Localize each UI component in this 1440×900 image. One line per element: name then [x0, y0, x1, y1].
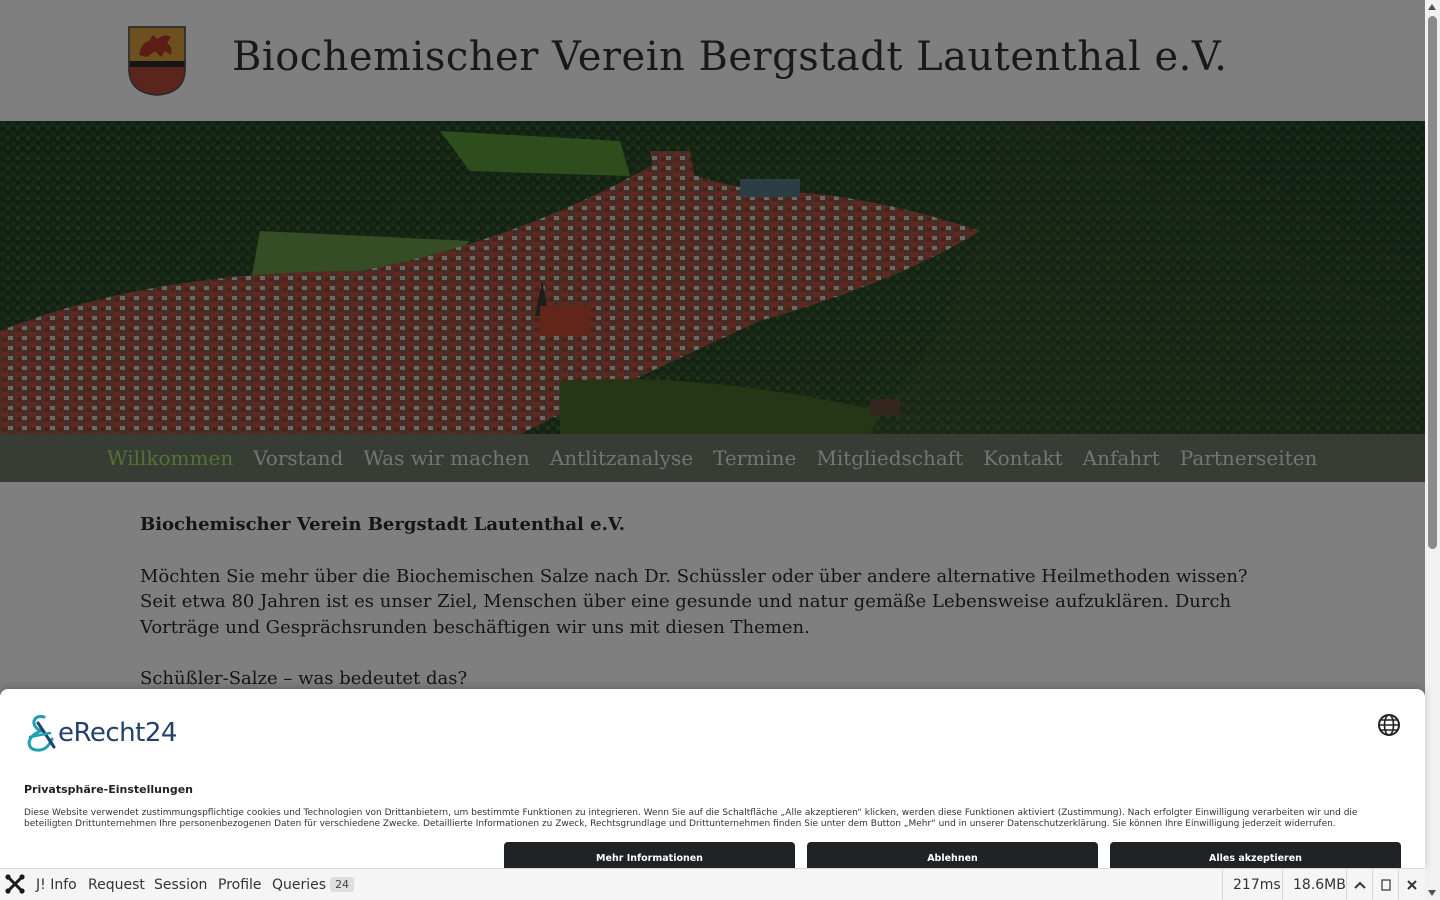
- consent-description: Diese Website verwendet zustimmungspflic…: [24, 808, 1358, 829]
- erecht24-logo-text: eRecht24: [58, 718, 177, 748]
- joomla-logo-icon[interactable]: [4, 873, 26, 895]
- page-scrollbar[interactable]: [1425, 0, 1440, 900]
- queries-label: Queries: [272, 877, 327, 893]
- debug-tab-request[interactable]: Request: [88, 877, 145, 893]
- erecht24-logo: eRecht24: [24, 713, 177, 753]
- consent-title: Privatsphäre-Einstellungen: [24, 783, 193, 796]
- debug-tab-info[interactable]: J! Info: [36, 877, 77, 893]
- scroll-thumb[interactable]: [1428, 16, 1437, 549]
- debug-memory: 18.6MB: [1282, 869, 1356, 900]
- cookie-consent-banner: eRecht24 Privatsphäre-Einstellungen Dies…: [0, 689, 1425, 872]
- debug-close-icon[interactable]: [1398, 869, 1424, 900]
- debug-restore-icon[interactable]: [1372, 869, 1398, 900]
- joomla-debug-bar: J! Info Request Session Profile Queries 2…: [0, 868, 1425, 900]
- erecht24-mark-icon: [27, 715, 56, 752]
- debug-tab-session[interactable]: Session: [154, 877, 207, 893]
- scroll-down-arrow-icon[interactable]: [1428, 890, 1436, 896]
- language-globe-icon[interactable]: [1377, 713, 1401, 737]
- debug-time: 217ms: [1222, 869, 1291, 900]
- debug-tab-queries[interactable]: Queries 24: [272, 877, 355, 893]
- scroll-up-arrow-icon[interactable]: [1428, 4, 1436, 10]
- queries-count-badge: 24: [330, 877, 355, 892]
- debug-tab-profile[interactable]: Profile: [218, 877, 262, 893]
- debug-maximize-icon[interactable]: [1346, 869, 1372, 900]
